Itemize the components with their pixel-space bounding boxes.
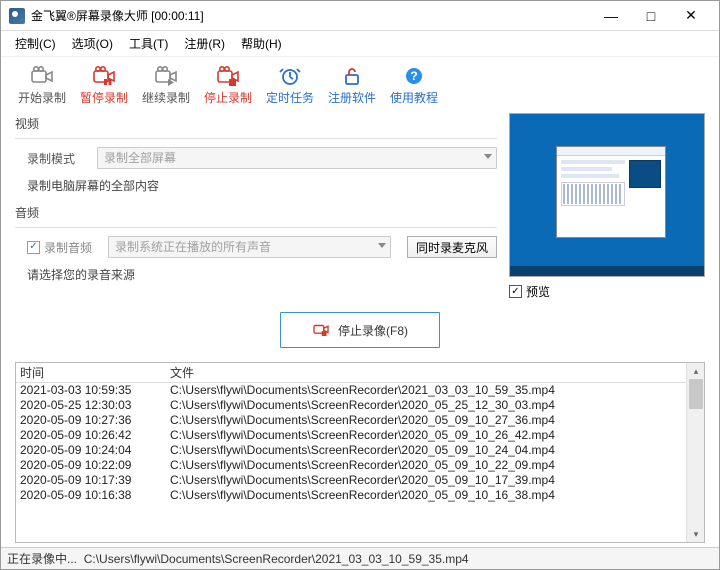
- table-row[interactable]: 2020-05-09 10:16:38C:\Users\flywi\Docume…: [16, 488, 686, 503]
- cell-file: C:\Users\flywi\Documents\ScreenRecorder\…: [166, 383, 686, 398]
- clock-icon: [278, 65, 302, 87]
- chevron-down-icon: [378, 243, 386, 248]
- video-section: 视频 录制模式 录制全部屏幕 录制电脑屏幕的全部内容: [15, 115, 497, 194]
- recordings-table: 时间 文件 2021-03-03 10:59:35C:\Users\flywi\…: [15, 362, 705, 543]
- button-label: 停止录像(F8): [338, 322, 408, 339]
- toolbar-label: 注册软件: [328, 89, 376, 106]
- table-row[interactable]: 2020-05-09 10:17:39C:\Users\flywi\Docume…: [16, 473, 686, 488]
- divider: [15, 227, 497, 228]
- toolbar: 开始录制 暂停录制 继续录制 停止录制 定时任务 注册软件 ? 使用教程: [1, 57, 719, 113]
- checkbox-label: 录制音频: [44, 239, 92, 256]
- cell-file: C:\Users\flywi\Documents\ScreenRecorder\…: [166, 473, 686, 488]
- audio-desc: 请选择您的录音来源: [27, 266, 497, 283]
- record-mode-label: 录制模式: [27, 150, 81, 167]
- select-value: 录制系统正在播放的所有声音: [115, 240, 271, 254]
- chevron-down-icon: [484, 154, 492, 159]
- cell-time: 2020-05-09 10:17:39: [16, 473, 166, 488]
- cell-time: 2020-05-09 10:24:04: [16, 443, 166, 458]
- toolbar-label: 停止录制: [204, 89, 252, 106]
- audio-heading: 音频: [15, 204, 497, 221]
- toolbar-label: 继续录制: [142, 89, 190, 106]
- resume-record-button[interactable]: 继续录制: [139, 63, 193, 108]
- table-row[interactable]: 2020-05-09 10:27:36C:\Users\flywi\Docume…: [16, 413, 686, 428]
- status-path: C:\Users\flywi\Documents\ScreenRecorder\…: [84, 552, 469, 566]
- table-header: 时间 文件: [16, 363, 686, 383]
- toolbar-label: 开始录制: [18, 89, 66, 106]
- scroll-down-icon[interactable]: ▾: [687, 526, 705, 542]
- close-button[interactable]: ✕: [671, 2, 711, 30]
- checkbox-label: 预览: [526, 283, 550, 300]
- table-row[interactable]: 2021-03-03 10:59:35C:\Users\flywi\Docume…: [16, 383, 686, 398]
- cell-file: C:\Users\flywi\Documents\ScreenRecorder\…: [166, 443, 686, 458]
- menu-help[interactable]: 帮助(H): [233, 31, 290, 56]
- menu-options[interactable]: 选项(O): [64, 31, 121, 56]
- table-row[interactable]: 2020-05-09 10:26:42C:\Users\flywi\Docume…: [16, 428, 686, 443]
- checkbox-icon: ✓: [27, 241, 40, 254]
- start-record-button[interactable]: 开始录制: [15, 63, 69, 108]
- select-value: 录制全部屏幕: [104, 151, 176, 165]
- record-mode-select[interactable]: 录制全部屏幕: [97, 147, 497, 169]
- minimize-button[interactable]: —: [591, 2, 631, 30]
- preview-checkbox[interactable]: ✓ 预览: [509, 283, 705, 300]
- camera-play-icon: [154, 65, 178, 87]
- camera-stop-icon: [216, 65, 240, 87]
- stop-record-button[interactable]: 停止录制: [201, 63, 255, 108]
- cell-time: 2021-03-03 10:59:35: [16, 383, 166, 398]
- app-icon: [9, 8, 25, 24]
- table-row[interactable]: 2020-05-09 10:22:09C:\Users\flywi\Docume…: [16, 458, 686, 473]
- col-time-header[interactable]: 时间: [16, 363, 166, 382]
- cell-time: 2020-05-25 12:30:03: [16, 398, 166, 413]
- svg-text:?: ?: [410, 69, 417, 83]
- toolbar-label: 暂停录制: [80, 89, 128, 106]
- menu-tools[interactable]: 工具(T): [121, 31, 176, 56]
- menu-register[interactable]: 注册(R): [176, 31, 233, 56]
- video-desc: 录制电脑屏幕的全部内容: [27, 177, 497, 194]
- cell-time: 2020-05-09 10:26:42: [16, 428, 166, 443]
- unlock-icon: [340, 65, 364, 87]
- titlebar: 金飞翼®屏幕录像大师 [00:00:11] — □ ✕: [1, 1, 719, 31]
- scroll-thumb[interactable]: [689, 379, 703, 409]
- cell-time: 2020-05-09 10:22:09: [16, 458, 166, 473]
- video-heading: 视频: [15, 115, 497, 132]
- cell-file: C:\Users\flywi\Documents\ScreenRecorder\…: [166, 398, 686, 413]
- stop-recording-button[interactable]: 停止录像(F8): [280, 312, 440, 348]
- status-bar: 正在录像中... C:\Users\flywi\Documents\Screen…: [1, 547, 719, 569]
- camera-icon: [30, 65, 54, 87]
- cell-file: C:\Users\flywi\Documents\ScreenRecorder\…: [166, 488, 686, 503]
- cell-file: C:\Users\flywi\Documents\ScreenRecorder\…: [166, 413, 686, 428]
- register-button[interactable]: 注册软件: [325, 63, 379, 108]
- cell-file: C:\Users\flywi\Documents\ScreenRecorder\…: [166, 428, 686, 443]
- toolbar-label: 定时任务: [266, 89, 314, 106]
- divider: [15, 138, 497, 139]
- maximize-button[interactable]: □: [631, 2, 671, 30]
- col-file-header[interactable]: 文件: [166, 363, 686, 382]
- scroll-up-icon[interactable]: ▴: [687, 363, 705, 379]
- pause-record-button[interactable]: 暂停录制: [77, 63, 131, 108]
- schedule-button[interactable]: 定时任务: [263, 63, 317, 108]
- record-mic-button[interactable]: 同时录麦克风: [407, 236, 497, 258]
- preview-thumbnail: [509, 113, 705, 277]
- record-audio-checkbox[interactable]: ✓ 录制音频: [27, 239, 92, 256]
- cell-file: C:\Users\flywi\Documents\ScreenRecorder\…: [166, 458, 686, 473]
- tutorial-button[interactable]: ? 使用教程: [387, 63, 441, 108]
- table-row[interactable]: 2020-05-25 12:30:03C:\Users\flywi\Docume…: [16, 398, 686, 413]
- audio-section: 音频 ✓ 录制音频 录制系统正在播放的所有声音 同时录麦克风 请选择您的录音来源: [15, 204, 497, 283]
- vertical-scrollbar[interactable]: ▴ ▾: [686, 363, 704, 542]
- toolbar-label: 使用教程: [390, 89, 438, 106]
- status-label: 正在录像中...: [7, 550, 77, 567]
- cell-time: 2020-05-09 10:16:38: [16, 488, 166, 503]
- menu-control[interactable]: 控制(C): [7, 31, 64, 56]
- help-icon: ?: [402, 65, 426, 87]
- audio-source-select[interactable]: 录制系统正在播放的所有声音: [108, 236, 391, 258]
- camera-stop-icon: [312, 322, 330, 339]
- window-title: 金飞翼®屏幕录像大师 [00:00:11]: [31, 7, 591, 24]
- table-row[interactable]: 2020-05-09 10:24:04C:\Users\flywi\Docume…: [16, 443, 686, 458]
- checkbox-icon: ✓: [509, 285, 522, 298]
- cell-time: 2020-05-09 10:27:36: [16, 413, 166, 428]
- menubar: 控制(C) 选项(O) 工具(T) 注册(R) 帮助(H): [1, 31, 719, 57]
- camera-pause-icon: [92, 65, 116, 87]
